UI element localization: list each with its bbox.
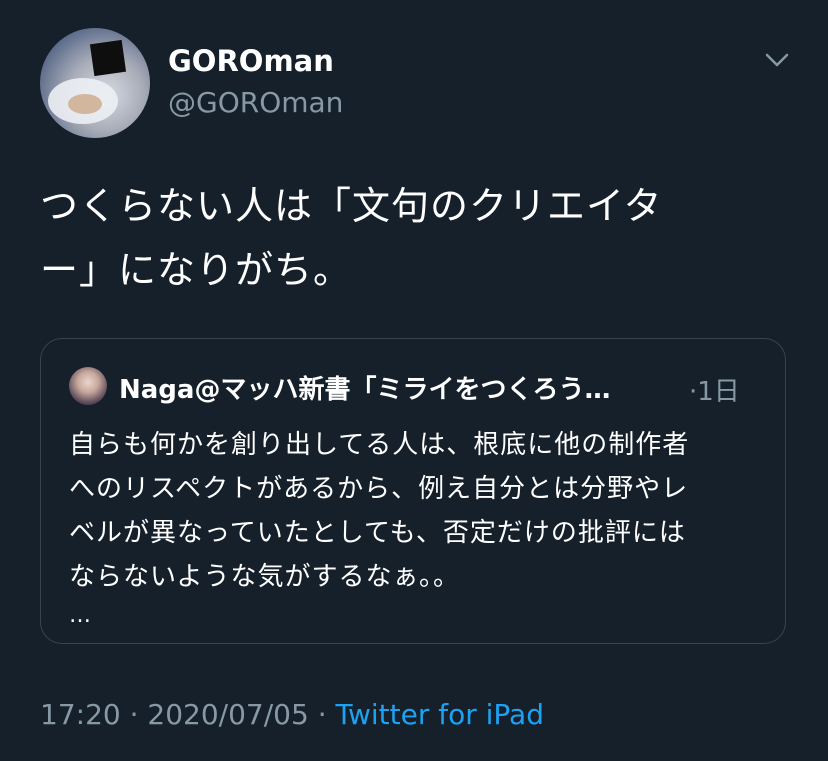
quoted-text-line: ならないような気がするなぁ。。: [69, 562, 460, 592]
author-display-name[interactable]: GOROman: [168, 44, 334, 78]
quoted-text-line: 自らも何かを創り出してる人は、根底に他の制作者: [69, 430, 690, 460]
meta-separator: ·: [308, 698, 336, 731]
meta-separator: ·: [120, 698, 148, 731]
tweet-source-link[interactable]: Twitter for iPad: [336, 698, 544, 731]
tweet-text: つくらない人は「文句のクリエイタ ー」になりがち。: [40, 174, 780, 302]
author-avatar[interactable]: [40, 28, 150, 138]
quoted-text-line: へのリスペクトがあるから、例え自分とは分野やレ: [69, 474, 689, 504]
avatar-censor-block: [89, 39, 127, 77]
quoted-tweet-card[interactable]: Naga@マッハ新書「ミライをつくろう… ·1日 自らも何かを創り出してる人は、…: [40, 338, 786, 644]
quoted-timestamp: ·1日: [689, 377, 740, 407]
quoted-author-name: Naga@マッハ新書「ミライをつくろう…: [119, 375, 611, 405]
tweet-date: 2020/07/05: [147, 698, 309, 731]
tweet-text-line: ー」になりがち。: [40, 248, 353, 292]
tweet-text-line: つくらない人は「文句のクリエイタ: [40, 184, 663, 228]
quoted-ellipsis: …: [69, 603, 91, 628]
quoted-text-line: ベルが異なっていたとしても、否定だけの批評には: [69, 518, 686, 548]
chevron-down-icon[interactable]: [764, 50, 790, 70]
tweet-time: 17:20: [40, 698, 121, 731]
avatar-cat-patch: [68, 94, 102, 114]
quoted-tweet-text: 自らも何かを創り出してる人は、根底に他の制作者 へのリスペクトがあるから、例え自…: [69, 423, 769, 599]
quoted-author-avatar: [69, 367, 107, 405]
tweet-meta: 17:20 · 2020/07/05 · Twitter for iPad: [40, 698, 544, 731]
author-handle[interactable]: @GOROman: [168, 86, 343, 119]
